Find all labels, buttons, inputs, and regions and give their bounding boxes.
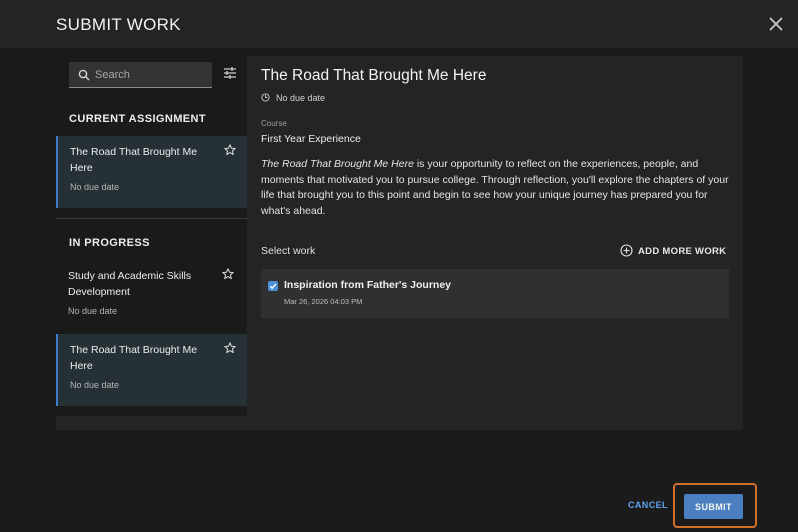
search-input[interactable] [95, 62, 207, 87]
select-work-label: Select work [261, 245, 316, 257]
sidebar-item-current-road[interactable]: The Road That Brought Me Here No due dat… [56, 136, 247, 208]
assignment-description: The Road That Brought Me Here is your op… [261, 157, 735, 219]
add-circle-icon [620, 244, 633, 257]
course-name: First Year Experience [261, 133, 361, 145]
sidebar-item-progress-road[interactable]: The Road That Brought Me Here No due dat… [56, 334, 247, 406]
star-icon[interactable] [222, 268, 234, 280]
dialog-header: SUBMIT WORK [0, 0, 798, 48]
submit-button[interactable]: SUBMIT [684, 494, 743, 519]
star-icon[interactable] [224, 144, 236, 156]
clock-icon [261, 93, 270, 102]
assignment-title: The Road That Brought Me Here [261, 67, 487, 84]
dialog-title: SUBMIT WORK [56, 15, 181, 34]
item-due-date: No due date [68, 306, 118, 316]
current-assignment-heading: CURRENT ASSIGNMENT [69, 113, 206, 125]
search-icon [78, 69, 90, 81]
close-icon[interactable] [766, 14, 786, 34]
item-title: Study and Academic Skills Development [68, 270, 192, 298]
add-more-work-label: ADD MORE WORK [638, 246, 727, 257]
section-divider [56, 218, 247, 219]
item-due-date: No due date [70, 380, 120, 390]
search-box[interactable] [69, 62, 212, 88]
assignment-sidebar: CURRENT ASSIGNMENT The Road That Brought… [56, 56, 247, 416]
in-progress-heading: IN PROGRESS [69, 237, 150, 249]
star-icon[interactable] [224, 342, 236, 354]
cancel-button[interactable]: CANCEL [628, 500, 668, 510]
item-title: The Road That Brought Me Here [70, 344, 198, 372]
checkbox-checked-icon[interactable] [268, 281, 278, 291]
course-label: Course [261, 119, 287, 128]
item-due-date: No due date [70, 182, 120, 192]
assignment-due-date: No due date [276, 93, 326, 103]
work-item-title: Inspiration from Father's Journey [284, 279, 452, 291]
filter-icon[interactable] [223, 66, 237, 80]
work-item-date: Mar 26, 2026 04:03 PM [284, 297, 363, 306]
item-title: The Road That Brought Me Here [70, 146, 198, 174]
work-item[interactable]: Inspiration from Father's Journey Mar 26… [261, 269, 729, 318]
sidebar-item-study-skills[interactable]: Study and Academic Skills Development No… [56, 260, 247, 332]
dialog-panel: CURRENT ASSIGNMENT The Road That Brought… [56, 56, 743, 430]
description-italic: The Road That Brought Me Here [261, 158, 414, 170]
